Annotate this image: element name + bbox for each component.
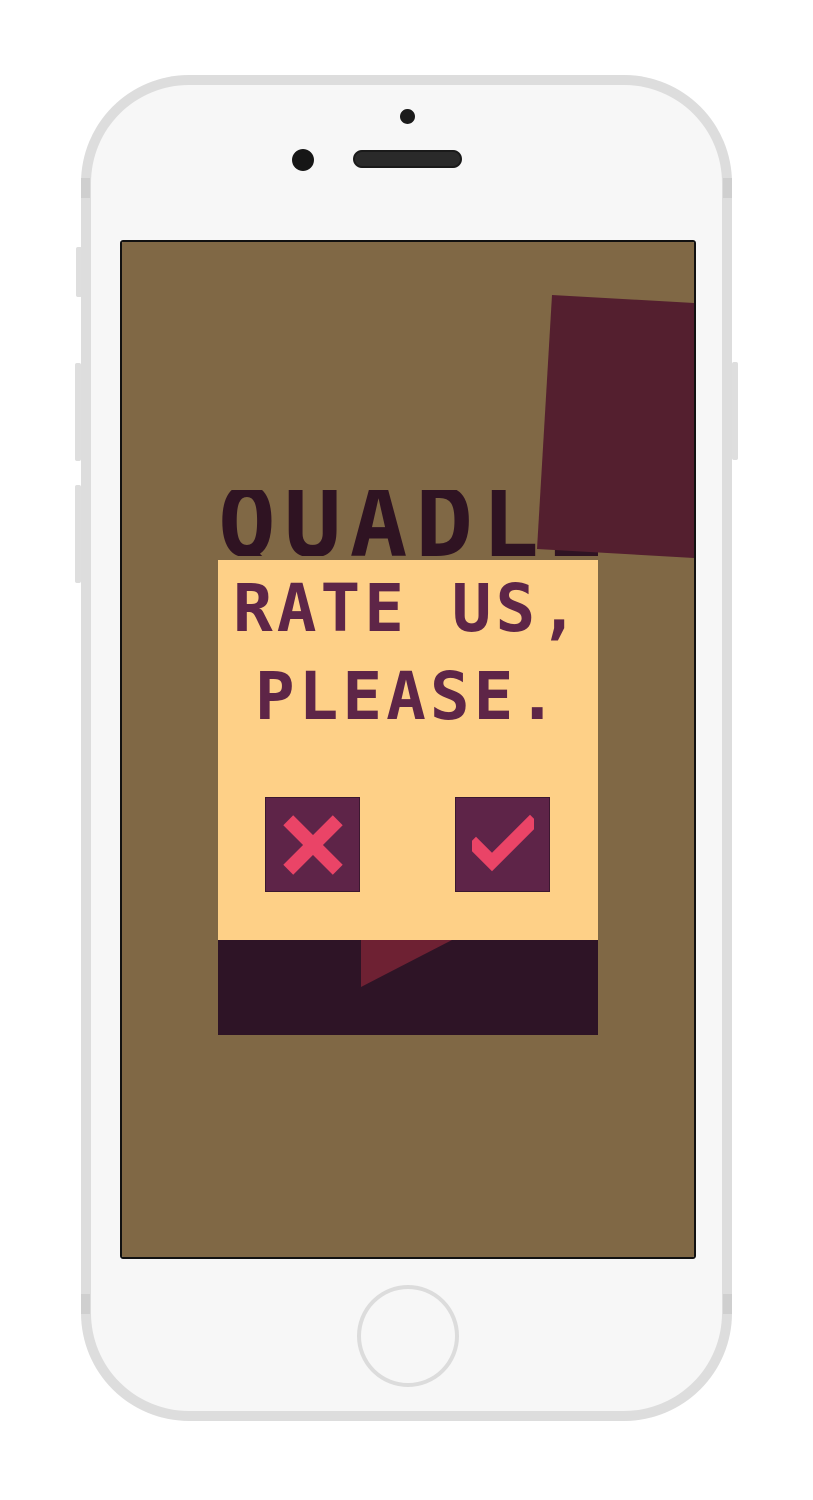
- rate-dialog: RATE US, PLEASE.: [218, 560, 598, 940]
- mockup-stage: QUADLE RATE US, PLEASE.: [0, 0, 813, 1500]
- checkmark-icon: [471, 814, 534, 871]
- front-camera: [292, 149, 314, 171]
- proximity-sensor: [400, 109, 415, 124]
- phone-screen: QUADLE RATE US, PLEASE.: [120, 240, 696, 1259]
- power-button: [732, 362, 738, 460]
- dialog-title-line-2: PLEASE.: [254, 658, 562, 735]
- home-button[interactable]: [357, 1285, 459, 1387]
- antenna-band: [723, 178, 732, 198]
- dialog-title-line-1: RATE US,: [233, 570, 583, 647]
- antenna-band: [723, 1294, 732, 1314]
- decline-button[interactable]: [265, 797, 360, 892]
- antenna-band: [81, 178, 90, 198]
- accent-triangle-shape: [361, 940, 452, 987]
- earpiece-speaker: [353, 150, 462, 168]
- close-x-icon: [282, 814, 343, 875]
- bottom-strip: [218, 940, 598, 1035]
- accept-button[interactable]: [455, 797, 550, 892]
- antenna-band: [81, 1294, 90, 1314]
